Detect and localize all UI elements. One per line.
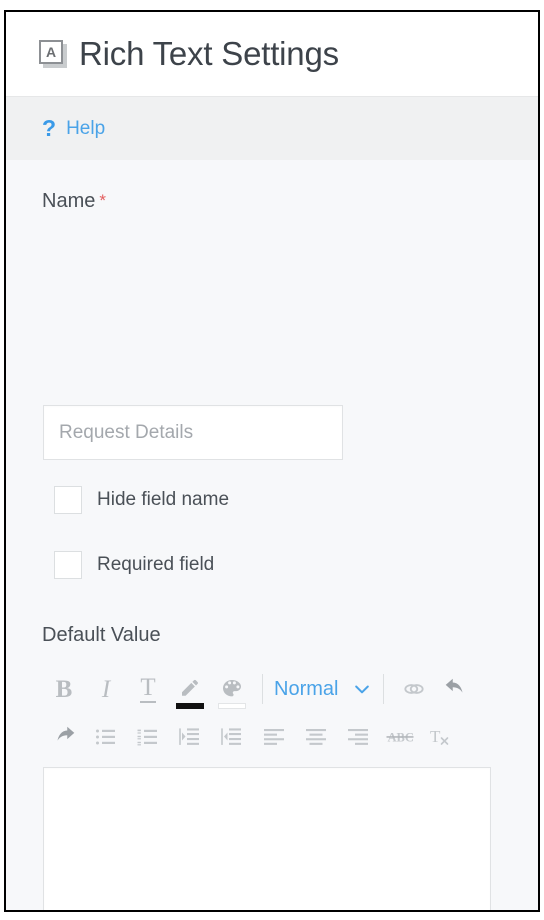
hide-field-name-checkbox[interactable] <box>54 486 82 514</box>
text-color-pencil-icon[interactable] <box>169 668 211 710</box>
name-label: Name * <box>42 190 106 213</box>
italic-icon[interactable]: I <box>85 668 127 710</box>
redo-icon[interactable] <box>43 716 85 758</box>
bold-icon[interactable]: B <box>43 668 85 710</box>
question-mark-icon: ? <box>42 115 57 141</box>
format-select-value: Normal <box>274 677 339 700</box>
toolbar-separator <box>262 674 263 704</box>
format-select[interactable]: Normal <box>272 678 374 701</box>
hide-field-name-label: Hide field name <box>97 489 230 510</box>
background-color-swatch <box>218 703 246 709</box>
required-field-checkbox[interactable] <box>54 551 82 579</box>
name-label-text: Name <box>42 190 96 212</box>
name-required-marker: * <box>99 191 106 210</box>
text-field-a-icon: A <box>39 40 67 68</box>
panel-header: A Rich Text Settings <box>6 12 538 97</box>
page-title: Rich Text Settings <box>79 35 339 72</box>
required-field-row[interactable]: Required field <box>54 551 214 579</box>
align-center-icon[interactable] <box>295 716 337 758</box>
numbered-list-icon[interactable] <box>127 716 169 758</box>
bulleted-list-icon[interactable] <box>85 716 127 758</box>
chevron-down-icon <box>352 679 372 699</box>
indent-increase-icon[interactable] <box>169 716 211 758</box>
indent-decrease-icon[interactable] <box>211 716 253 758</box>
svg-text:T: T <box>430 727 441 746</box>
rich-text-editor: B I T Normal ABC T <box>43 665 491 910</box>
default-value-label: Default Value <box>42 624 161 646</box>
editor-toolbar-row-2: ABC T <box>43 713 491 761</box>
editor-toolbar-row-1: B I T Normal <box>43 665 491 713</box>
align-right-icon[interactable] <box>337 716 379 758</box>
settings-panel: A Rich Text Settings ? Help Name * Reques… <box>4 10 540 912</box>
required-field-label: Required field <box>97 554 215 575</box>
background-color-palette-icon[interactable] <box>211 668 253 710</box>
insert-link-icon[interactable] <box>393 668 435 710</box>
toolbar-separator <box>383 674 385 704</box>
underline-icon[interactable]: T <box>127 668 169 710</box>
align-left-icon[interactable] <box>253 716 295 758</box>
help-link[interactable]: Help <box>66 118 105 140</box>
text-color-swatch <box>176 703 204 709</box>
undo-icon[interactable] <box>435 668 477 710</box>
settings-form: Name * Request Details Hide field name Re… <box>6 160 538 910</box>
help-bar: ? Help <box>6 97 538 160</box>
hide-field-name-row[interactable]: Hide field name <box>54 486 229 514</box>
clear-formatting-icon[interactable]: T <box>421 716 463 758</box>
strikethrough-abc-icon[interactable]: ABC <box>379 716 421 758</box>
default-value-editor-area[interactable] <box>43 767 491 910</box>
name-input[interactable]: Request Details <box>43 405 343 460</box>
name-input-value: Request Details <box>59 421 194 443</box>
